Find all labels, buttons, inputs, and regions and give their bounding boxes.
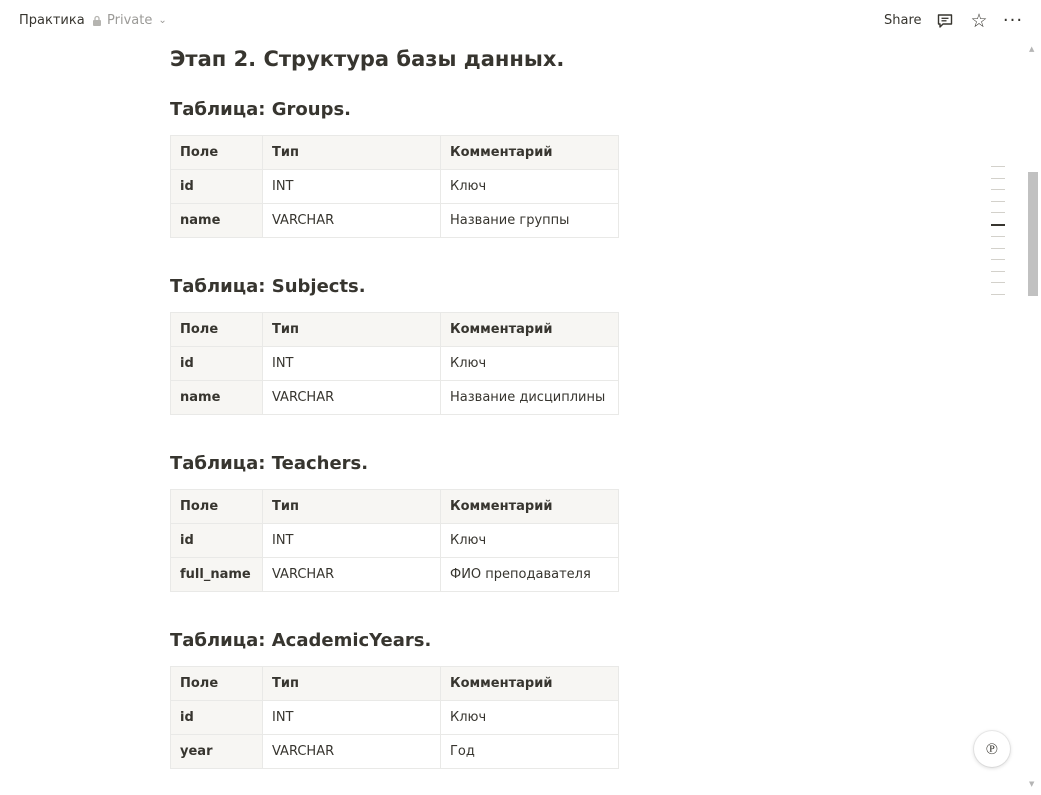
table-row: full_name VARCHAR ФИО преподавателя: [170, 557, 619, 592]
outline-line-active[interactable]: [991, 223, 1005, 226]
table-header-row: Поле Тип Комментарий: [170, 666, 619, 701]
table-cell[interactable]: VARCHAR: [262, 380, 441, 415]
scroll-up-arrow-icon[interactable]: ▲: [1029, 45, 1034, 53]
header-cell[interactable]: Тип: [262, 135, 441, 170]
table-cell[interactable]: id: [170, 523, 263, 558]
header-cell[interactable]: Комментарий: [440, 312, 619, 347]
table-cell[interactable]: INT: [262, 169, 441, 204]
table-cell[interactable]: name: [170, 203, 263, 238]
section-title-academic-years: Таблица: AcademicYears.: [170, 630, 432, 651]
table-row: name VARCHAR Название дисциплины: [170, 380, 619, 415]
table-cell[interactable]: id: [170, 700, 263, 735]
header-cell[interactable]: Поле: [170, 135, 263, 170]
table-cell[interactable]: ФИО преподавателя: [440, 557, 619, 592]
header-cell[interactable]: Тип: [262, 312, 441, 347]
table-header-row: Поле Тип Комментарий: [170, 312, 619, 347]
header-cell[interactable]: Тип: [262, 666, 441, 701]
header-cell[interactable]: Поле: [170, 489, 263, 524]
header-cell[interactable]: Тип: [262, 489, 441, 524]
table-cell[interactable]: year: [170, 734, 263, 769]
outline-line[interactable]: [991, 282, 1005, 283]
table-row: id INT Ключ: [170, 169, 619, 204]
table-academic-years: Поле Тип Комментарий id INT Ключ year VA…: [170, 666, 619, 769]
header-cell[interactable]: Комментарий: [440, 489, 619, 524]
outline-line[interactable]: [991, 293, 1005, 295]
outline-line[interactable]: [991, 259, 1005, 260]
scrollbar-thumb[interactable]: [1028, 172, 1038, 296]
page-title: Этап 2. Структура базы данных.: [170, 47, 565, 71]
table-header-row: Поле Тип Комментарий: [170, 489, 619, 524]
header-cell[interactable]: Комментарий: [440, 135, 619, 170]
lock-icon: [93, 15, 101, 26]
outline-line[interactable]: [991, 212, 1005, 213]
table-row: id INT Ключ: [170, 346, 619, 381]
table-cell[interactable]: id: [170, 169, 263, 204]
table-cell[interactable]: id: [170, 346, 263, 381]
table-cell[interactable]: INT: [262, 346, 441, 381]
privacy-selector[interactable]: Private ⌄: [91, 13, 167, 28]
table-cell[interactable]: Ключ: [440, 700, 619, 735]
table-cell[interactable]: VARCHAR: [262, 734, 441, 769]
outline-line[interactable]: [991, 166, 1005, 167]
table-cell[interactable]: Ключ: [440, 523, 619, 558]
table-cell[interactable]: Название дисциплины: [440, 380, 619, 415]
section-title-subjects: Таблица: Subjects.: [170, 276, 366, 297]
table-cell[interactable]: VARCHAR: [262, 203, 441, 238]
scroll-down-arrow-icon[interactable]: ▼: [1029, 780, 1034, 788]
table-row: id INT Ключ: [170, 523, 619, 558]
star-icon[interactable]: ☆: [968, 10, 990, 32]
table-subjects: Поле Тип Комментарий id INT Ключ name VA…: [170, 312, 619, 415]
header-cell[interactable]: Поле: [170, 312, 263, 347]
table-row: name VARCHAR Название группы: [170, 203, 619, 238]
help-icon: ℗: [985, 739, 999, 758]
topbar: Практика Private ⌄ Share ☆ ···: [0, 0, 1041, 44]
help-button[interactable]: ℗: [974, 731, 1010, 767]
section-title-groups: Таблица: Groups.: [170, 99, 352, 120]
table-header-row: Поле Тип Комментарий: [170, 135, 619, 170]
table-teachers: Поле Тип Комментарий id INT Ключ full_na…: [170, 489, 619, 592]
table-row: year VARCHAR Год: [170, 734, 619, 769]
privacy-label: Private: [107, 13, 153, 28]
outline-line[interactable]: [991, 189, 1005, 190]
outline-line[interactable]: [991, 247, 1005, 249]
table-cell[interactable]: Год: [440, 734, 619, 769]
table-cell[interactable]: Ключ: [440, 346, 619, 381]
chevron-down-icon: ⌄: [158, 15, 167, 26]
outline-line[interactable]: [991, 270, 1005, 272]
comment-icon[interactable]: [934, 10, 956, 32]
table-row: id INT Ключ: [170, 700, 619, 735]
outline-line[interactable]: [991, 200, 1005, 202]
section-title-teachers: Таблица: Teachers.: [170, 453, 369, 474]
outline-line[interactable]: [991, 236, 1005, 237]
share-button[interactable]: Share: [884, 13, 922, 28]
table-cell[interactable]: Ключ: [440, 169, 619, 204]
outline-line[interactable]: [991, 177, 1005, 179]
table-cell[interactable]: Название группы: [440, 203, 619, 238]
table-cell[interactable]: VARCHAR: [262, 557, 441, 592]
scrollbar-track[interactable]: [1027, 44, 1039, 789]
table-cell[interactable]: name: [170, 380, 263, 415]
table-cell[interactable]: INT: [262, 523, 441, 558]
header-cell[interactable]: Поле: [170, 666, 263, 701]
header-cell[interactable]: Комментарий: [440, 666, 619, 701]
page-outline[interactable]: [991, 166, 1007, 305]
table-groups: Поле Тип Комментарий id INT Ключ name VA…: [170, 135, 619, 238]
breadcrumb-page[interactable]: Практика: [19, 13, 85, 28]
more-icon[interactable]: ···: [1002, 10, 1024, 32]
table-cell[interactable]: full_name: [170, 557, 263, 592]
table-cell[interactable]: INT: [262, 700, 441, 735]
